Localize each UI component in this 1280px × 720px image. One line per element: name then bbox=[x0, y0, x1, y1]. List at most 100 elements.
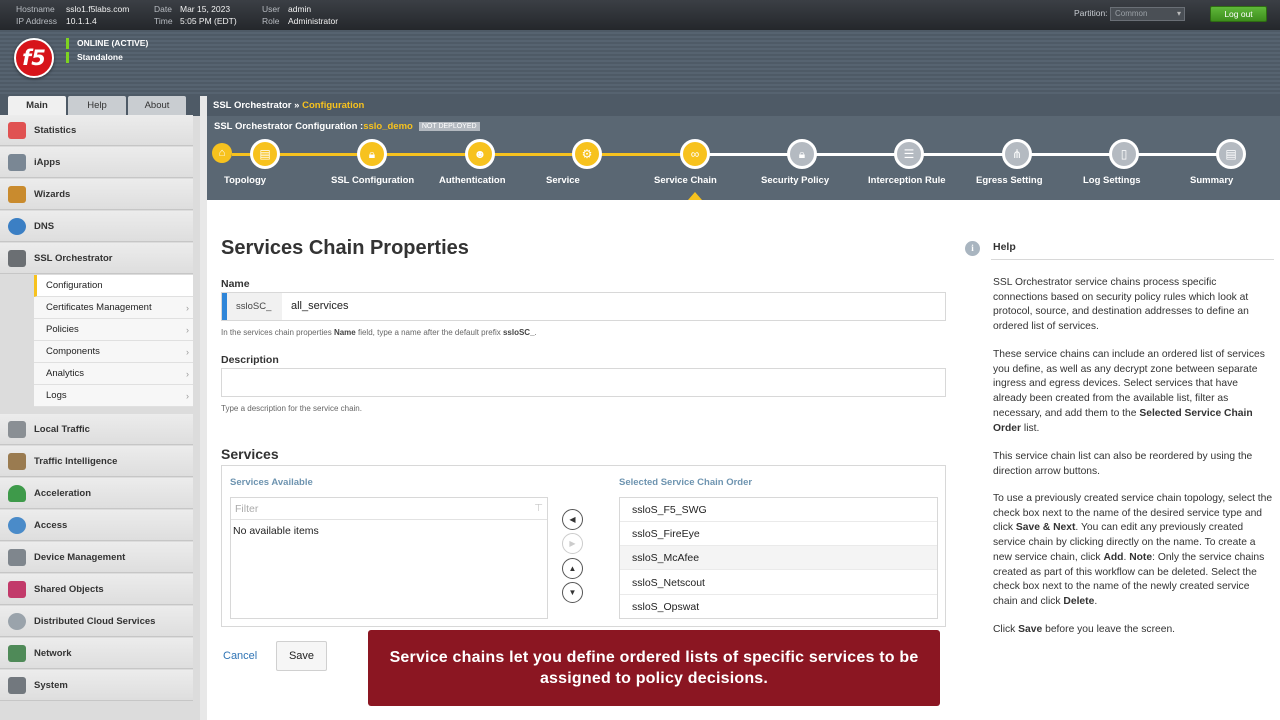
subnav-label: Configuration bbox=[46, 280, 103, 291]
services-available-title: Services Available bbox=[230, 477, 313, 488]
sidebar-item-statistics[interactable]: Statistics bbox=[0, 115, 193, 146]
list-item[interactable]: ssloS_Opswat bbox=[620, 595, 937, 619]
sidebar-item-distributed-cloud-services[interactable]: Distributed Cloud Services bbox=[0, 606, 193, 637]
no-items-text: No available items bbox=[233, 525, 319, 537]
sidebar-item-access[interactable]: Access bbox=[0, 510, 193, 541]
name-label: Name bbox=[221, 278, 250, 290]
sidebar-item-shared-objects[interactable]: Shared Objects bbox=[0, 574, 193, 605]
ip-label: IP Address bbox=[16, 16, 57, 26]
hostname-value: sslo1.f5labs.com bbox=[66, 4, 130, 14]
gauge-icon bbox=[8, 485, 26, 502]
role-value: Administrator bbox=[288, 16, 339, 26]
subnav-analytics[interactable]: Analytics › bbox=[34, 363, 193, 385]
description-hint: Type a description for the service chain… bbox=[221, 404, 362, 413]
sidebar-item-traffic-intelligence[interactable]: Traffic Intelligence bbox=[0, 446, 193, 477]
step-service[interactable]: ⚙ Service bbox=[532, 139, 642, 186]
subnav-policies[interactable]: Policies › bbox=[34, 319, 193, 341]
sidebar-item-device-management[interactable]: Device Management bbox=[0, 542, 193, 573]
list-item[interactable]: ssloS_McAfee bbox=[620, 546, 937, 570]
step-egress-setting[interactable]: ⋔ Egress Setting bbox=[962, 139, 1072, 186]
list-item[interactable]: ssloS_FireEye bbox=[620, 522, 937, 546]
sidebar-item-iapps[interactable]: iApps bbox=[0, 147, 193, 178]
status-mode: Standalone bbox=[66, 52, 123, 63]
cancel-button[interactable]: Cancel bbox=[223, 650, 257, 662]
step-summary[interactable]: ▤ Summary bbox=[1176, 139, 1280, 186]
sidebar-item-label: Local Traffic bbox=[34, 424, 90, 435]
step-ssl-configuration[interactable]: 🔒︎ SSL Configuration bbox=[317, 139, 427, 186]
sidebar-item-label: SSL Orchestrator bbox=[34, 253, 113, 264]
save-button[interactable]: Save bbox=[276, 641, 327, 671]
logout-button[interactable]: Log out bbox=[1210, 6, 1267, 22]
chart-icon bbox=[8, 122, 26, 139]
move-down-button[interactable]: ▼ bbox=[562, 582, 583, 603]
move-right-button[interactable]: ▶ bbox=[562, 533, 583, 554]
sidebar-item-wizards[interactable]: Wizards bbox=[0, 179, 193, 210]
services-section-title: Services bbox=[221, 446, 279, 462]
selected-chain-list: ssloS_F5_SWG ssloS_FireEye ssloS_McAfee … bbox=[619, 497, 938, 619]
step-log-settings[interactable]: ▯ Log Settings bbox=[1069, 139, 1179, 186]
sidebar-item-label: Acceleration bbox=[34, 488, 92, 499]
config-title-label: SSL Orchestrator Configuration : bbox=[214, 121, 364, 132]
subnav-configuration[interactable]: Configuration bbox=[34, 275, 193, 297]
sidebar-item-label: Distributed Cloud Services bbox=[34, 616, 156, 627]
status-badge: NOT DEPLOYED bbox=[418, 122, 480, 131]
breadcrumb-root[interactable]: SSL Orchestrator bbox=[213, 100, 292, 111]
sidebar-item-local-traffic[interactable]: Local Traffic bbox=[0, 414, 193, 445]
list-item[interactable]: ssloS_Netscout bbox=[620, 571, 937, 595]
step-service-chain[interactable]: ∞ Service Chain bbox=[640, 139, 750, 186]
sidebar-item-label: Statistics bbox=[34, 125, 77, 136]
step-topology[interactable]: ▤ Topology bbox=[210, 139, 320, 186]
config-wizard-bar: SSL Orchestrator Configuration :sslo_dem… bbox=[207, 116, 1280, 200]
step-label: Summary bbox=[1190, 175, 1234, 186]
help-paragraph: To use a previously created service chai… bbox=[993, 493, 1273, 607]
iapps-icon bbox=[8, 154, 26, 171]
user-value: admin bbox=[288, 4, 312, 14]
subnav-certificates-management[interactable]: Certificates Management › bbox=[34, 297, 193, 319]
list-item[interactable]: ssloS_F5_SWG bbox=[620, 498, 937, 522]
sidebar-item-label: System bbox=[34, 680, 68, 691]
sidebar-item-label: Shared Objects bbox=[34, 584, 104, 595]
topology-icon: ▤ bbox=[250, 139, 280, 169]
help-paragraph: Click Save before you leave the screen. bbox=[993, 624, 1176, 635]
step-label: Authentication bbox=[439, 175, 506, 186]
sidebar-item-ssl-orchestrator[interactable]: SSL Orchestrator bbox=[0, 243, 193, 274]
breadcrumb-current: Configuration bbox=[302, 100, 365, 111]
help-paragraph: These service chains can include an orde… bbox=[993, 349, 1265, 434]
partition-select[interactable]: Common ▾ bbox=[1110, 7, 1185, 21]
tab-main[interactable]: Main bbox=[8, 96, 66, 116]
breadcrumb: SSL Orchestrator » Configuration bbox=[207, 96, 1280, 116]
name-field[interactable]: ssloSC_ all_services bbox=[221, 292, 946, 321]
hostname-label: Hostname bbox=[16, 4, 55, 14]
wizard-icon bbox=[8, 186, 26, 203]
move-up-button[interactable]: ▲ bbox=[562, 558, 583, 579]
subnav-logs[interactable]: Logs › bbox=[34, 385, 193, 407]
step-label: Security Policy bbox=[761, 175, 830, 186]
sidebar-item-dns[interactable]: DNS bbox=[0, 211, 193, 242]
description-field[interactable] bbox=[221, 368, 946, 397]
step-label: Interception Rule bbox=[868, 175, 946, 186]
sidebar-item-label: Device Management bbox=[34, 552, 126, 563]
traffic-intelligence-icon bbox=[8, 453, 26, 470]
sidebar-item-acceleration[interactable]: Acceleration bbox=[0, 478, 193, 509]
step-authentication[interactable]: ☻ Authentication bbox=[425, 139, 535, 186]
sidebar-tabs: Main Help About bbox=[0, 96, 200, 116]
sidebar-item-network[interactable]: Network bbox=[0, 638, 193, 669]
sidebar-item-system[interactable]: System bbox=[0, 670, 193, 701]
time-label: Time bbox=[154, 16, 173, 26]
subnav-components[interactable]: Components › bbox=[34, 341, 193, 363]
tab-help[interactable]: Help bbox=[68, 96, 126, 116]
system-icon bbox=[8, 677, 26, 694]
move-left-button[interactable]: ◀ bbox=[562, 509, 583, 530]
tab-about[interactable]: About bbox=[128, 96, 186, 116]
filter-input[interactable]: Filter ⊤ bbox=[231, 498, 547, 520]
chevron-right-icon: › bbox=[186, 347, 189, 357]
date-label: Date bbox=[154, 4, 172, 14]
user-label: User bbox=[262, 4, 280, 14]
subnav-label: Components bbox=[46, 346, 100, 357]
step-label: Log Settings bbox=[1083, 175, 1141, 186]
sidebar-item-label: iApps bbox=[34, 157, 61, 168]
info-icon: i bbox=[965, 241, 980, 256]
network-icon bbox=[8, 645, 26, 662]
step-security-policy[interactable]: 🔒︎ Security Policy bbox=[747, 139, 857, 186]
step-interception-rule[interactable]: ☰ Interception Rule bbox=[854, 139, 964, 186]
